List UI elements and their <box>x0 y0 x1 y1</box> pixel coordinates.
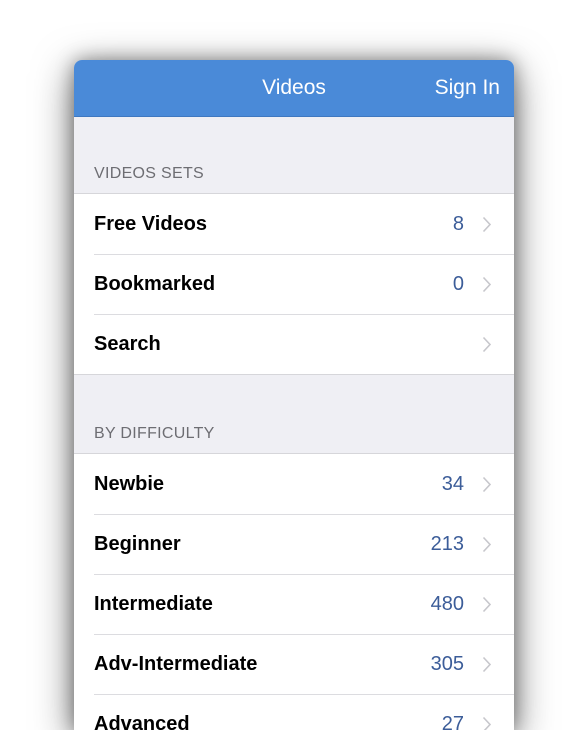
row-free-videos[interactable]: Free Videos 8 <box>74 194 514 254</box>
row-count: 0 <box>452 272 464 295</box>
row-count: 305 <box>430 652 464 675</box>
chevron-right-icon <box>478 275 496 293</box>
screen: Videos Sign In VIDEOS SETS Free Videos 8… <box>0 0 588 730</box>
sign-in-button[interactable]: Sign In <box>435 60 500 116</box>
chevron-right-icon <box>478 215 496 233</box>
row-search[interactable]: Search <box>74 314 514 374</box>
row-count: 213 <box>430 532 464 555</box>
row-count: 480 <box>430 592 464 615</box>
row-label: Beginner <box>94 532 181 555</box>
row-count: 34 <box>441 472 464 495</box>
row-label: Bookmarked <box>94 272 216 295</box>
section-header-video-sets: VIDEOS SETS <box>94 165 204 182</box>
chevron-right-icon <box>478 475 496 493</box>
row-label: Advanced <box>94 712 190 730</box>
row-label: Adv-Intermediate <box>94 652 258 675</box>
row-newbie[interactable]: Newbie 34 <box>74 454 514 514</box>
row-label: Free Videos <box>94 212 208 235</box>
navigation-bar: Videos Sign In <box>74 60 514 117</box>
row-advanced[interactable]: Advanced 27 <box>74 694 514 730</box>
row-bookmarked[interactable]: Bookmarked 0 <box>74 254 514 314</box>
row-adv-intermediate[interactable]: Adv-Intermediate 305 <box>74 634 514 694</box>
chevron-right-icon <box>478 335 496 353</box>
video-sets-group: Free Videos 8 Bookmarked 0 Search <box>74 193 514 375</box>
chevron-right-icon <box>478 715 496 730</box>
row-label: Search <box>94 332 161 355</box>
row-label: Intermediate <box>94 592 213 615</box>
row-intermediate[interactable]: Intermediate 480 <box>74 574 514 634</box>
chevron-right-icon <box>478 535 496 553</box>
row-beginner[interactable]: Beginner 213 <box>74 514 514 574</box>
app-window: Videos Sign In VIDEOS SETS Free Videos 8… <box>74 60 514 730</box>
difficulty-group: Newbie 34 Beginner 213 Intermediate 480 <box>74 453 514 730</box>
chevron-right-icon <box>478 655 496 673</box>
section-header-by-difficulty: BY DIFFICULTY <box>94 425 215 442</box>
row-count: 8 <box>452 212 464 235</box>
row-count: 27 <box>441 712 464 730</box>
chevron-right-icon <box>478 595 496 613</box>
row-label: Newbie <box>94 472 165 495</box>
